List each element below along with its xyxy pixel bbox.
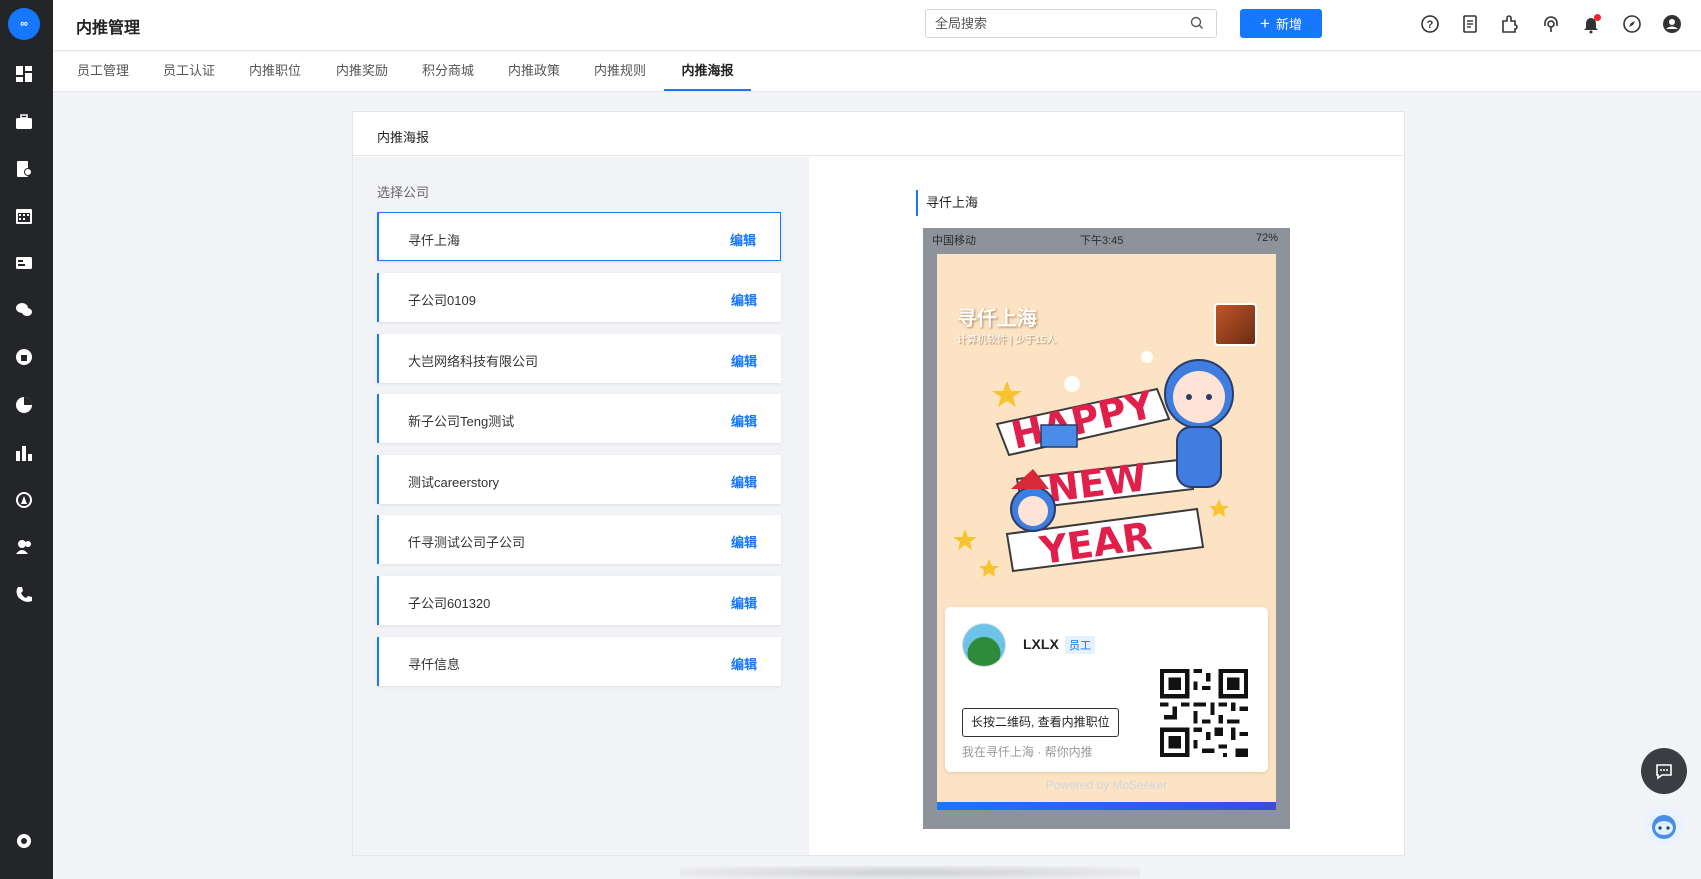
svg-text:?: ? xyxy=(1427,19,1434,31)
edit-link[interactable]: 编辑 xyxy=(731,654,757,673)
sidebar: ∞ xyxy=(0,0,53,879)
settings-icon[interactable] xyxy=(14,831,34,851)
tab-referral-poster[interactable]: 内推海报 xyxy=(664,52,751,91)
edit-link[interactable]: 编辑 xyxy=(730,230,756,249)
company-name: 子公司601320 xyxy=(408,596,491,611)
art-line-2: NEW xyxy=(1045,455,1149,511)
thumbs-up-icon[interactable] xyxy=(14,347,34,367)
company-item[interactable]: 仟寻测试公司子公司 编辑 xyxy=(377,515,781,564)
happy-new-year-illustration: HAPPY NEW YEAR xyxy=(953,351,1234,577)
referral-poster: 寻仟上海 计算机软件 | 少于15人 HAPPY NEW YEAR LXLX 员… xyxy=(937,254,1276,810)
bottom-shadow xyxy=(680,866,1140,879)
resume-icon[interactable] xyxy=(14,159,34,179)
search-input[interactable] xyxy=(925,9,1217,38)
company-name: 测试careerstory xyxy=(408,475,500,490)
user-name: LXLX xyxy=(1023,636,1059,652)
search-icon[interactable] xyxy=(1189,15,1205,31)
qr-hint-label: 长按二维码, 查看内推职位 xyxy=(962,708,1119,737)
edit-link[interactable]: 编辑 xyxy=(731,532,757,551)
tab-employee-verification[interactable]: 员工认证 xyxy=(161,52,217,91)
art-line-3: YEAR xyxy=(1036,514,1154,573)
users-icon[interactable] xyxy=(14,537,34,557)
help-icon[interactable]: ? xyxy=(1419,13,1441,35)
chat-button[interactable] xyxy=(1641,748,1687,794)
edit-link[interactable]: 编辑 xyxy=(731,351,757,370)
panel-header: 内推海报 xyxy=(353,112,1404,156)
notification-bell-icon[interactable] xyxy=(1580,13,1602,35)
pie-chart-icon[interactable] xyxy=(14,395,34,415)
company-item[interactable]: 测试careerstory 编辑 xyxy=(377,455,781,504)
poster-company-meta: 计算机软件 | 少于15人 xyxy=(957,335,1057,346)
poster-company-name: 寻仟上海 xyxy=(957,308,1037,330)
edit-link[interactable]: 编辑 xyxy=(731,411,757,430)
briefcase-icon[interactable] xyxy=(14,112,34,132)
user-avatar-icon[interactable] xyxy=(1661,13,1683,35)
assistant-bot-button[interactable] xyxy=(1644,806,1684,846)
company-name: 新子公司Teng测试 xyxy=(408,414,515,429)
company-name: 大岂网络科技有限公司 xyxy=(408,354,539,369)
bar-chart-icon[interactable] xyxy=(14,443,34,463)
edit-link[interactable]: 编辑 xyxy=(731,472,757,491)
panel-title: 内推海报 xyxy=(377,130,430,145)
compass-icon[interactable] xyxy=(1621,13,1643,35)
id-card-icon[interactable] xyxy=(14,253,34,273)
company-item[interactable]: 大岂网络科技有限公司 编辑 xyxy=(377,334,781,383)
notification-dot xyxy=(1594,14,1601,21)
company-name: 子公司0109 xyxy=(408,293,476,308)
tab-referral-rules[interactable]: 内推规则 xyxy=(592,52,648,91)
company-name: 寻仟信息 xyxy=(408,657,461,672)
calendar-icon[interactable] xyxy=(14,206,34,226)
clock-label: 下午3:45 xyxy=(1080,235,1124,247)
dashboard-icon[interactable] xyxy=(14,64,34,84)
qr-subtext: 我在寻仟上海 · 帮你内推 xyxy=(962,745,1093,759)
company-item[interactable]: 新子公司Teng测试 编辑 xyxy=(377,394,781,443)
phone-icon[interactable] xyxy=(14,585,34,605)
role-badge: 员工 xyxy=(1065,636,1095,654)
carrier-label: 中国移动 xyxy=(932,235,976,247)
company-item[interactable]: 子公司0109 编辑 xyxy=(377,273,781,322)
robot-icon xyxy=(1652,815,1676,839)
preview-company-title: 寻仟上海 xyxy=(916,190,978,216)
tab-referral-positions[interactable]: 内推职位 xyxy=(247,52,303,91)
plugin-icon[interactable] xyxy=(1499,13,1521,35)
company-name: 寻仟上海 xyxy=(408,233,461,248)
phone-preview: 中国移动 下午3:45 72% 寻仟上海 计算机软件 | 少于15人 HAPPY… xyxy=(923,228,1290,829)
art-line-1: HAPPY xyxy=(1007,382,1158,457)
app-logo[interactable]: ∞ xyxy=(8,8,40,40)
plus-icon: + xyxy=(1260,14,1270,33)
company-item[interactable]: 寻仟上海 编辑 xyxy=(377,212,781,261)
tab-referral-policy[interactable]: 内推政策 xyxy=(506,52,562,91)
powered-by-label: Powered by MoSeeker xyxy=(1045,778,1168,792)
document-icon[interactable] xyxy=(1459,13,1481,35)
tab-employee-management[interactable]: 员工管理 xyxy=(75,52,131,91)
topbar: 内推管理 xyxy=(53,0,1701,51)
referrer-info-card: LXLX 员工 长按二维码, 查看内推职位 我在寻仟上海 · 帮你内推 xyxy=(945,607,1268,772)
company-item[interactable]: 子公司601320 编辑 xyxy=(377,576,781,625)
battery-label: 72% xyxy=(1255,232,1278,244)
add-button[interactable]: + 新增 xyxy=(1240,9,1322,38)
user-avatar xyxy=(962,623,1006,667)
qr-code-icon xyxy=(1160,669,1248,757)
add-button-label: 新增 xyxy=(1275,17,1302,32)
edit-link[interactable]: 编辑 xyxy=(731,593,757,612)
company-item[interactable]: 寻仟信息 编辑 xyxy=(377,637,781,686)
edit-link[interactable]: 编辑 xyxy=(731,290,757,309)
chat-icon xyxy=(1656,764,1672,780)
poster-bottom-bar xyxy=(937,802,1276,810)
select-company-label: 选择公司 xyxy=(377,185,430,200)
tab-points-mall[interactable]: 积分商城 xyxy=(420,52,476,91)
support-icon[interactable] xyxy=(1540,13,1562,35)
company-name: 仟寻测试公司子公司 xyxy=(408,535,526,550)
page-title: 内推管理 xyxy=(76,20,141,37)
tab-bar: 员工管理 员工认证 内推职位 内推奖励 积分商城 内推政策 内推规则 内推海报 xyxy=(53,52,1701,92)
wechat-icon[interactable] xyxy=(14,300,34,320)
a-badge-icon[interactable] xyxy=(14,490,34,510)
company-logo-thumbnail xyxy=(1214,303,1257,346)
company-list-pane: 选择公司 寻仟上海 编辑 子公司0109 编辑 大岂网络科技有限公司 编辑 新子… xyxy=(353,157,809,855)
tab-referral-rewards[interactable]: 内推奖励 xyxy=(334,52,390,91)
phone-status-bar: 中国移动 下午3:45 72% xyxy=(923,228,1290,250)
